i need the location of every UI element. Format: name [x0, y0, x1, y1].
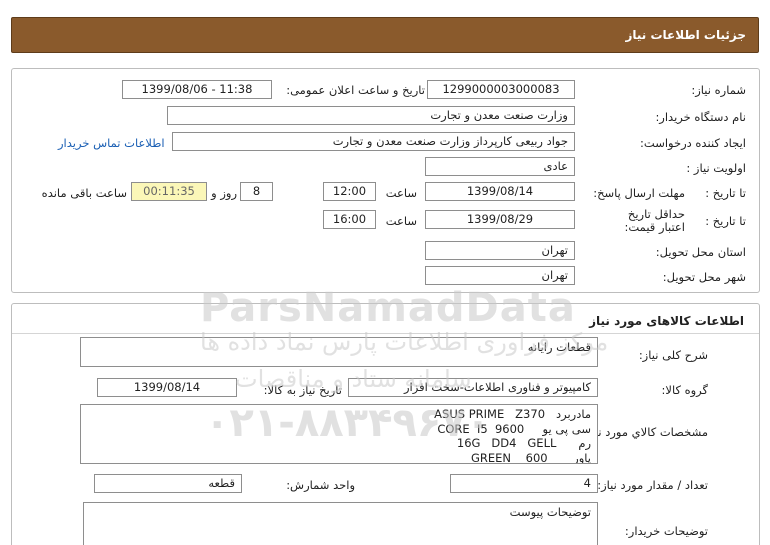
price-validity-to-label: تا تاریخ :: [705, 214, 746, 228]
goods-spec-label: مشخصات کالاي مورد نياز:: [581, 425, 708, 439]
need-number-field: 1299000003000083: [427, 80, 575, 99]
page-header: جزئیات اطلاعات نیاز: [11, 17, 759, 53]
buyer-org-label: نام دستگاه خریدار:: [655, 110, 746, 124]
announce-date-field: 1399/08/06 - 11:38: [122, 80, 272, 99]
deadline-time-label: ساعت: [385, 186, 417, 200]
deadline-date-field: 1399/08/14: [425, 182, 575, 201]
general-desc-label: شرح کلی نیاز:: [638, 348, 708, 362]
goods-group-label: گروه کالا:: [661, 383, 708, 397]
price-validity-time-field: 16:00: [323, 210, 376, 229]
goods-group-field: کامپیوتر و فناوری اطلاعات-سخت افزار: [348, 378, 598, 397]
days-label: روز و: [211, 186, 237, 200]
city-field: تهران: [425, 266, 575, 285]
deadline-to-label: تا تاریخ :: [705, 186, 746, 200]
goods-spec-field: مادربرد ASUS PRIME Z370 سی پی یو CORE I5 …: [80, 404, 598, 464]
price-validity-label: حداقل تاریخ اعتبار قیمت:: [624, 207, 686, 234]
requester-field: جواد ربیعی کارپرداز وزارت صنعت معدن و تج…: [172, 132, 575, 151]
priority-label: اولویت نیاز :: [686, 161, 746, 175]
goods-section-title: اطلاعات کالاهای مورد نیاز: [589, 314, 744, 328]
province-field: تهران: [425, 241, 575, 260]
time-remaining-label: ساعت باقی مانده: [41, 186, 127, 200]
price-validity-time-label: ساعت: [385, 214, 417, 228]
spec-line: رم 16G DD4 GELL: [456, 436, 591, 450]
priority-field: عادی: [425, 157, 575, 176]
spec-line: پاور GREEN 600: [470, 450, 591, 464]
general-desc-field: قطعات رایانه: [80, 337, 598, 367]
days-remaining-field: 8: [240, 182, 273, 201]
buyer-org-field: وزارت صنعت معدن و تجارت: [167, 106, 575, 125]
deadline-label: مهلت ارسال پاسخ:: [593, 186, 685, 200]
province-label: استان محل تحویل:: [655, 245, 746, 259]
city-label: شهر محل تحویل:: [662, 270, 746, 284]
quantity-field: 4: [450, 474, 598, 493]
need-date-field: 1399/08/14: [97, 378, 237, 397]
unit-label: واحد شمارش:: [286, 478, 355, 492]
announce-date-label: تاریخ و ساعت اعلان عمومی:: [286, 83, 425, 97]
deadline-time-field: 12:00: [323, 182, 376, 201]
need-number-label: شماره نیاز:: [691, 83, 746, 97]
requester-label: ایجاد کننده درخواست:: [640, 136, 746, 150]
quantity-label: تعداد / مقدار مورد نیاز:: [597, 478, 708, 492]
need-date-label: تاریخ نیاز به کالا:: [263, 383, 342, 397]
unit-field: قطعه: [94, 474, 242, 493]
buyer-notes-field: توضیحات پیوست: [83, 502, 598, 545]
price-validity-date-field: 1399/08/29: [425, 210, 575, 229]
need-info-panel: [11, 68, 760, 293]
time-remaining-field: 00:11:35: [131, 182, 207, 201]
section-divider: [12, 333, 759, 334]
buyer-notes-label: توضیحات خریدار:: [624, 524, 708, 538]
buyer-contact-link[interactable]: اطلاعات تماس خریدار: [58, 136, 165, 150]
page-title: جزئیات اطلاعات نیاز: [625, 28, 746, 42]
spec-line: سی پی یو CORE I5 9600: [437, 421, 591, 436]
spec-line: مادربرد ASUS PRIME Z370: [434, 407, 591, 421]
